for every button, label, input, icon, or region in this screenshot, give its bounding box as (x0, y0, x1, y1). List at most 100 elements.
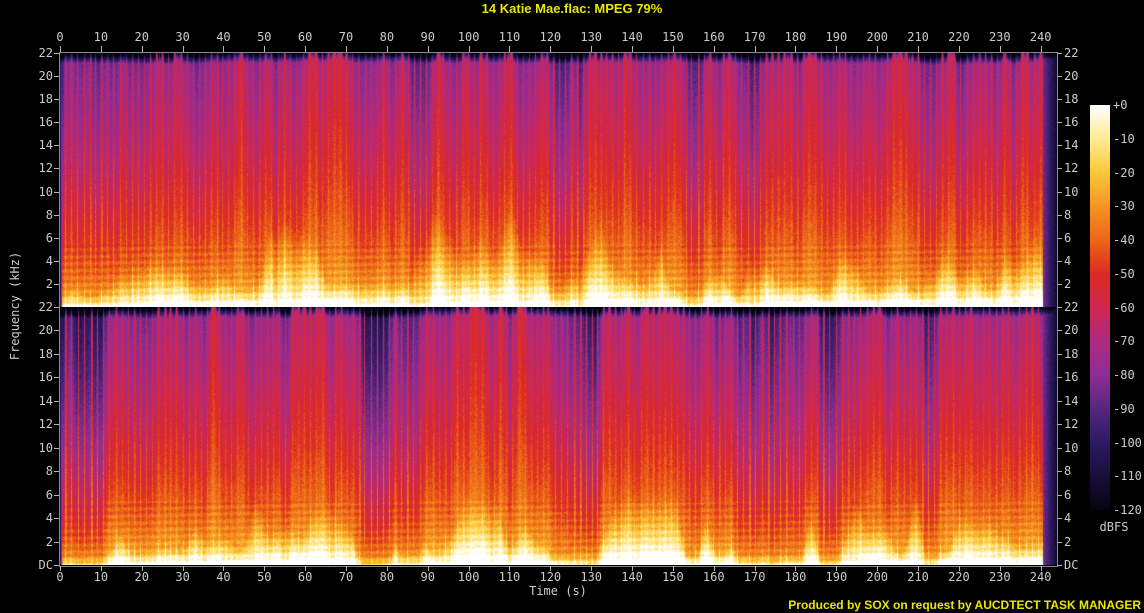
freq-tick (1057, 99, 1062, 101)
time-tick-label: 130 (580, 30, 603, 44)
freq-tick-label: 14 (38, 393, 53, 408)
freq-tick-label: 14 (1064, 393, 1079, 408)
time-tick (713, 46, 715, 52)
freq-tick-label: 4 (45, 253, 53, 268)
time-tick-label: 50 (257, 30, 272, 44)
freq-tick-label: 20 (38, 323, 53, 338)
time-tick (264, 46, 266, 52)
time-tick (1040, 566, 1042, 571)
freq-tick (54, 494, 59, 496)
freq-tick (1057, 377, 1062, 379)
freq-tick-label: 8 (1064, 207, 1072, 222)
time-tick (468, 566, 470, 571)
freq-tick-label: 2 (1064, 276, 1072, 291)
freq-tick (1057, 214, 1062, 216)
freq-tick (54, 541, 59, 543)
freq-tick-label: 16 (38, 370, 53, 385)
time-tick (223, 46, 225, 52)
time-tick (877, 566, 879, 571)
time-tick-label: 220 (948, 30, 970, 44)
time-tick (60, 566, 61, 571)
time-tick (999, 46, 1001, 52)
freq-tick (54, 330, 59, 332)
time-tick-label: 140 (621, 570, 643, 584)
time-tick (509, 46, 511, 52)
freq-tick (1057, 518, 1062, 520)
time-tick-label: 120 (539, 570, 562, 584)
time-tick-label: 80 (379, 30, 395, 44)
freq-tick-label: 2 (1064, 534, 1072, 549)
time-tick-label: 20 (134, 30, 149, 44)
page-title: 14 Katie Mae.flac: MPEG 79% (481, 1, 663, 16)
time-tick (918, 46, 920, 52)
time-tick-label: 40 (216, 570, 231, 584)
freq-tick (1057, 76, 1062, 78)
freq-tick-label: 18 (1064, 346, 1079, 361)
time-tick (958, 46, 960, 52)
freq-tick-label: 10 (1064, 440, 1079, 455)
freq-tick-label: 2 (45, 534, 53, 549)
time-tick (509, 566, 511, 571)
freq-tick-label: 10 (1064, 184, 1079, 199)
time-tick (264, 566, 266, 571)
time-tick (386, 46, 388, 52)
freq-tick (1057, 145, 1062, 147)
freq-tick-label: 10 (38, 184, 53, 199)
freq-tick-label: 18 (1064, 92, 1079, 107)
time-tick (632, 566, 634, 571)
colorbar-tick-label: -40 (1113, 233, 1135, 247)
freq-tick-label: 20 (1064, 323, 1079, 338)
freq-tick (1057, 424, 1062, 426)
time-tick-label: 70 (338, 570, 354, 584)
freq-tick (54, 353, 59, 355)
colorbar-tick-label: -100 (1113, 435, 1142, 450)
freq-tick (54, 260, 59, 262)
freq-tick (54, 53, 59, 54)
freq-tick-label: 18 (38, 92, 53, 107)
freq-tick (1057, 447, 1062, 449)
time-tick-label: 70 (338, 30, 354, 44)
freq-tick-label: 4 (1064, 253, 1072, 268)
freq-tick-label: 12 (1064, 417, 1079, 432)
freq-tick-label: 6 (1064, 487, 1072, 502)
time-tick (918, 566, 920, 571)
time-tick-label: 150 (662, 30, 684, 44)
time-tick-label: 230 (988, 570, 1011, 584)
time-tick (100, 46, 102, 52)
freq-tick (1057, 330, 1062, 332)
spectrogram-channel-1 (60, 53, 1057, 307)
time-tick (427, 566, 429, 571)
colorbar (1090, 105, 1110, 510)
time-tick-label: 200 (866, 30, 889, 44)
freq-tick (54, 76, 59, 78)
time-tick-label: 110 (498, 570, 521, 584)
freq-tick-label: DC (38, 558, 53, 572)
freq-tick-label: 16 (38, 115, 53, 130)
time-tick (632, 46, 634, 52)
freq-tick (54, 400, 59, 402)
freq-tick-label: 12 (38, 161, 53, 176)
colorbar-tick-label: -10 (1113, 131, 1135, 146)
freq-tick (54, 214, 59, 216)
time-tick (141, 46, 143, 52)
time-tick-label: 90 (420, 30, 435, 44)
time-tick (346, 566, 348, 571)
colorbar-tick-label: -80 (1113, 368, 1135, 382)
time-tick (141, 566, 143, 571)
time-tick-label: 110 (498, 30, 521, 44)
freq-tick (1057, 353, 1062, 355)
freq-tick-label: 22 (1064, 300, 1079, 314)
freq-tick (1057, 260, 1062, 262)
time-tick-label: 180 (784, 30, 807, 44)
time-tick (999, 566, 1001, 571)
colorbar-tick-label: -20 (1113, 165, 1135, 180)
freq-tick (54, 424, 59, 426)
time-tick-label: 0 (56, 30, 64, 44)
time-tick (60, 46, 61, 52)
freq-tick-label: 2 (45, 276, 53, 291)
freq-tick-label: 22 (38, 46, 53, 60)
freq-tick (54, 191, 59, 193)
freq-tick-label: 8 (45, 464, 53, 479)
time-tick-label: 40 (216, 30, 231, 44)
time-tick-label: 60 (297, 570, 313, 584)
